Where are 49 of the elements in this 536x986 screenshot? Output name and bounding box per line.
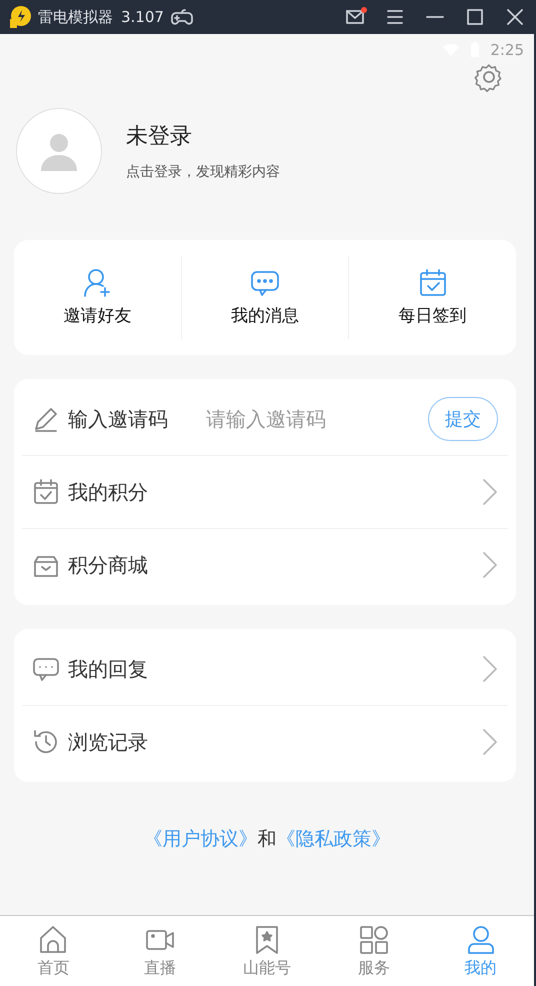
nav-tab[interactable]: 山能号	[214, 916, 320, 986]
clock: 2:25	[490, 41, 524, 59]
chevron-right-icon	[482, 551, 498, 579]
maximize-icon	[466, 8, 484, 26]
close-button[interactable]	[506, 8, 524, 26]
nav-tab[interactable]: 直播	[106, 916, 214, 986]
calendar-check-icon	[418, 268, 448, 298]
menu-row[interactable]: 我的积分	[22, 456, 508, 529]
settings-icon	[474, 62, 504, 92]
window-title: 雷电模拟器	[38, 8, 113, 26]
menu-row[interactable]: 积分商城	[22, 529, 508, 601]
chat-icon	[250, 268, 280, 298]
nav-tab[interactable]: 服务	[320, 916, 428, 986]
mail-icon	[346, 10, 364, 24]
row-label: 浏览记录	[68, 728, 149, 756]
quick-action[interactable]: 邀请好友	[14, 256, 182, 339]
quick-action[interactable]: 我的消息	[182, 256, 350, 339]
chevron-right-icon	[482, 728, 498, 756]
quick-action[interactable]: 每日签到	[349, 256, 516, 339]
menu-button[interactable]	[386, 8, 404, 26]
calendar-check-icon	[32, 478, 60, 506]
nav-tab[interactable]: 首页	[0, 916, 107, 986]
history-icon	[32, 728, 60, 756]
invite-code-field[interactable]: 请输入邀请码	[204, 406, 420, 432]
chat-icon	[32, 655, 60, 683]
row-label: 我的回复	[68, 656, 149, 682]
add-user-icon	[82, 268, 112, 298]
grid-icon	[358, 924, 390, 956]
app-logo-icon	[8, 5, 32, 29]
person-icon	[39, 131, 79, 171]
invite-code-label: 输入邀请码	[68, 406, 168, 432]
mail-button[interactable]	[346, 10, 364, 24]
gamepad-icon[interactable]	[170, 8, 194, 26]
chevron-right-icon	[482, 655, 498, 683]
pencil-icon	[32, 405, 60, 433]
chevron-right-icon	[482, 478, 498, 506]
minimize-icon	[426, 16, 444, 18]
login-hint: 点击登录，发现精彩内容	[126, 163, 280, 181]
settings-button[interactable]	[474, 62, 504, 92]
menu-row[interactable]: 浏览记录	[22, 706, 508, 778]
row-label: 积分商城	[68, 552, 149, 578]
menu-row[interactable]: 我的回复	[22, 633, 508, 706]
maximize-button[interactable]	[466, 8, 484, 26]
menu-icon	[386, 8, 404, 26]
login-status[interactable]: 未登录	[126, 121, 280, 151]
row-label: 我的积分	[68, 478, 149, 506]
footer-text: 《用户协议》和《隐私政策》	[142, 827, 392, 852]
close-icon	[506, 8, 524, 26]
version-label: 3.107	[121, 8, 164, 26]
